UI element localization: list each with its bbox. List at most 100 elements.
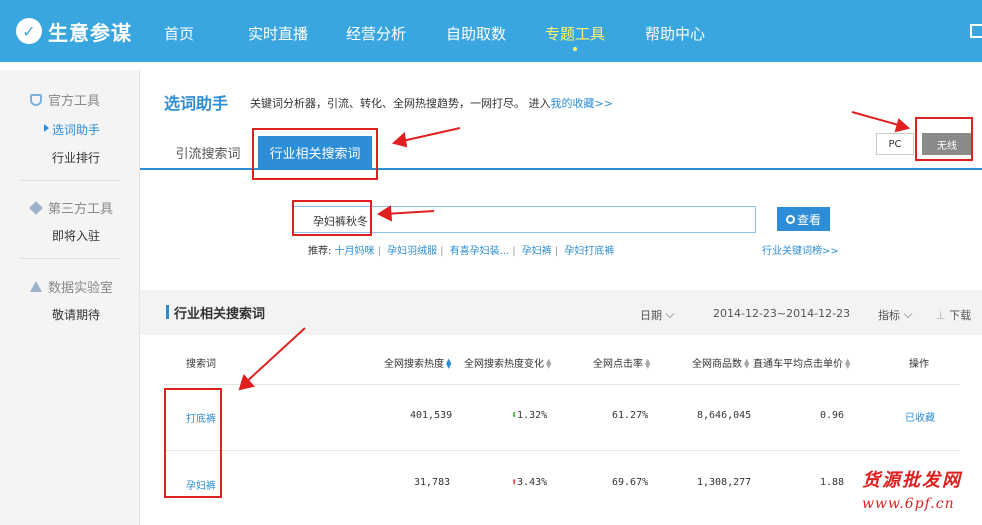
sort-icon: ▲ ▼ [845, 357, 851, 370]
download-button[interactable]: ⊥ 下载 [936, 307, 971, 323]
date-dropdown[interactable]: 日期 [640, 307, 675, 323]
sort-icon: ▲ ▼ [645, 357, 651, 370]
sort-icon: ▲ ▼ [546, 357, 552, 370]
recommend-label: 推荐: [308, 246, 332, 257]
sidebar: 官方工具 选词助手 行业排行 第三方工具 即将入驻 数据实验室 敬请期待 [0, 70, 140, 525]
sidebar-group-third-party: 第三方工具 [29, 198, 114, 217]
change-value: 1.32% [517, 410, 548, 421]
watermark-url: www.6pf.cn [862, 496, 955, 512]
sort-icon: ▲ ▼ [446, 357, 452, 370]
active-arrow-icon [44, 124, 49, 132]
logout-icon[interactable] [970, 24, 982, 38]
active-dot [573, 47, 577, 51]
sidebar-group-label: 第三方工具 [48, 202, 114, 217]
col-header-label: 全网搜索热度 [384, 359, 444, 370]
col-header-heat-change[interactable]: 全网搜索热度变化 ▲ ▼ [464, 355, 552, 371]
sidebar-item-stay-tuned[interactable]: 敬请期待 [52, 306, 100, 323]
annotation-box [292, 200, 372, 236]
col-header-label: 直通车平均点击单价 [753, 359, 843, 370]
flask-icon [30, 281, 42, 292]
row-ctr: 61.27% [612, 410, 649, 421]
nav-home[interactable]: 首页 [164, 23, 194, 44]
download-icon: ⊥ [936, 309, 946, 322]
nav-tools-label: 专题工具 [545, 25, 606, 43]
sidebar-group-lab: 数据实验室 [30, 277, 113, 296]
annotation-box [164, 388, 222, 498]
nav-self-service[interactable]: 自助取数 [446, 23, 506, 44]
collected-button[interactable]: 已收藏 [905, 409, 935, 424]
recommend-item[interactable]: 十月妈咪 [335, 246, 375, 257]
watermark: 货源批发网 www.6pf.cn [862, 466, 962, 512]
shield-icon [30, 93, 42, 106]
col-header-goods[interactable]: 全网商品数 ▲ ▼ [692, 355, 750, 371]
download-label: 下载 [949, 309, 972, 322]
col-header-action: 操作 [909, 359, 929, 370]
row-heat-change: ⬆3.43% [511, 477, 547, 488]
metric-dropdown[interactable]: 指标 [878, 307, 913, 323]
date-range: 2014-12-23~2014-12-23 [713, 307, 851, 320]
logo[interactable]: ✓ 生意参谋 [16, 16, 132, 46]
page-description: 关键词分析器，引流、转化、全网热搜趋势，一网打尽。 进入我的收藏>> [250, 95, 613, 111]
recommended-terms: 推荐: 十月妈咪 | 孕妇羽绒服 | 有喜孕妇装... | 孕妇裤 | 孕妇打底裤 [308, 246, 615, 257]
sidebar-group-label: 数据实验室 [48, 281, 114, 296]
col-header-cpc[interactable]: 直通车平均点击单价 ▲ ▼ [753, 355, 851, 371]
col-header-keyword: 搜索词 [186, 359, 216, 370]
sidebar-group-label: 官方工具 [48, 94, 101, 109]
col-header-label: 全网搜索热度变化 [464, 359, 544, 370]
search-button[interactable]: 查看 [777, 207, 830, 231]
cube-icon [29, 200, 43, 215]
my-favorites-link[interactable]: 我的收藏>> [551, 97, 613, 110]
industry-keyword-rank-link[interactable]: 行业关键词榜>> [762, 242, 839, 257]
top-navbar: ✓ 生意参谋 首页 实时直播 经营分析 自助取数 专题工具 帮助中心 [0, 0, 982, 62]
search-button-label: 查看 [796, 212, 821, 227]
section-header-band [140, 290, 982, 335]
change-value: 3.43% [517, 477, 548, 488]
nav-tools[interactable]: 专题工具 [545, 23, 606, 51]
nav-analysis[interactable]: 经营分析 [346, 23, 406, 44]
description-text: 关键词分析器，引流、转化、全网热搜趋势，一网打尽。 进入 [250, 97, 551, 110]
row-cpc: 1.88 [820, 477, 845, 488]
tab-traffic-terms[interactable]: 引流搜索词 [164, 136, 252, 168]
recommend-item[interactable]: 有喜孕妇装... [450, 246, 510, 257]
row-ctr: 69.67% [612, 477, 649, 488]
sidebar-divider [20, 180, 120, 181]
section-accent-bar [166, 305, 169, 319]
nav-help[interactable]: 帮助中心 [645, 23, 705, 44]
device-pc-button[interactable]: PC [876, 133, 914, 155]
row-heat: 401,539 [410, 410, 453, 421]
compass-icon: ✓ [16, 18, 42, 44]
sidebar-item-coming-soon[interactable]: 即将入驻 [52, 227, 100, 244]
chevron-down-icon [665, 309, 675, 319]
nav-realtime[interactable]: 实时直播 [248, 23, 308, 44]
sort-icon: ▲ ▼ [744, 357, 750, 370]
col-header-ctr[interactable]: 全网点击率 ▲ ▼ [593, 355, 651, 371]
recommend-item[interactable]: 孕妇裤 [522, 246, 552, 257]
logo-text: 生意参谋 [48, 20, 132, 45]
search-icon [785, 214, 795, 224]
col-header-label: 全网商品数 [692, 359, 742, 370]
row-divider [164, 450, 960, 451]
row-heat: 31,783 [414, 477, 451, 488]
sidebar-item-word-helper[interactable]: 选词助手 [52, 121, 100, 138]
annotation-arrows [238, 111, 911, 391]
row-cpc: 0.96 [820, 410, 845, 421]
row-goods: 1,308,277 [697, 477, 752, 488]
col-header-label: 全网点击率 [593, 359, 643, 370]
page-title: 选词助手 [164, 94, 229, 113]
recommend-item[interactable]: 孕妇羽绒服 [387, 246, 437, 257]
section-title: 行业相关搜索词 [174, 307, 266, 322]
row-goods: 8,646,045 [697, 410, 752, 421]
annotation-box [915, 117, 973, 161]
metric-label: 指标 [878, 309, 900, 322]
sidebar-divider [20, 258, 120, 259]
chevron-down-icon [903, 309, 913, 319]
date-label: 日期 [640, 309, 662, 322]
watermark-title: 货源批发网 [862, 470, 962, 491]
row-heat-change: ⬇1.32% [511, 410, 547, 421]
col-header-heat[interactable]: 全网搜索热度 ▲ ▼ [384, 355, 452, 371]
sidebar-item-industry-rank[interactable]: 行业排行 [52, 149, 100, 166]
annotation-box [252, 128, 378, 180]
recommend-item[interactable]: 孕妇打底裤 [564, 246, 614, 257]
sidebar-group-official: 官方工具 [30, 90, 100, 109]
row-divider [164, 384, 960, 385]
